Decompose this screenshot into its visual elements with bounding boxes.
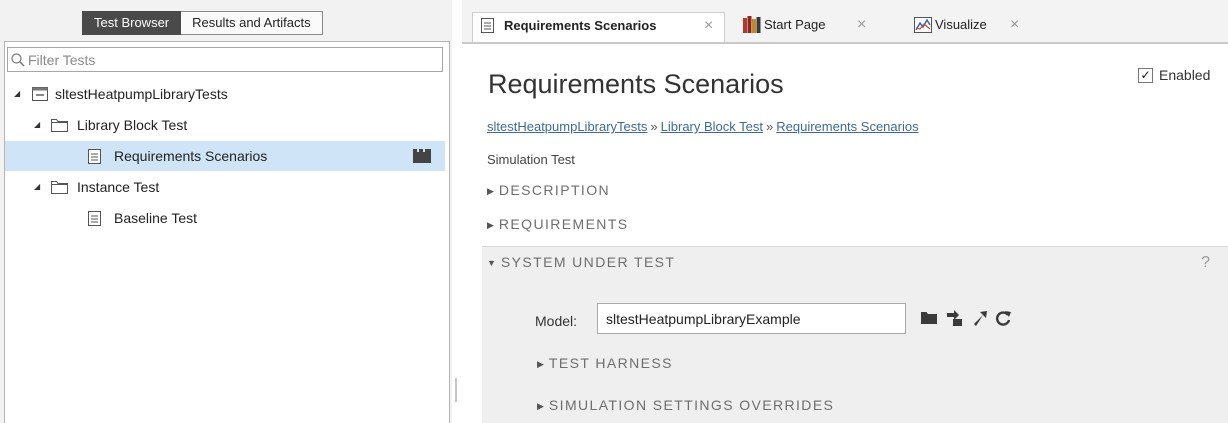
breadcrumb-link-test-case[interactable]: Requirements Scenarios [776, 119, 918, 134]
model-label: Model: [535, 313, 578, 329]
expand-arrow-icon: ▶ [487, 186, 494, 196]
filter-tests-field [7, 47, 443, 72]
tab-requirements-scenarios[interactable]: Requirements Scenarios × [472, 12, 725, 42]
folder-icon [51, 119, 68, 132]
page-title: Requirements Scenarios [488, 69, 784, 99]
left-pane-tabs: Test Browser Results and Artifacts [82, 11, 323, 35]
filter-tests-input[interactable] [28, 50, 438, 69]
tab-label: Visualize [935, 17, 987, 32]
tree-item-test-suite[interactable]: ◢ Instance Test [5, 172, 445, 202]
tree-item-test-case-selected[interactable]: Requirements Scenarios [5, 141, 445, 171]
section-title: DESCRIPTION [498, 182, 610, 198]
use-current-model-icon[interactable] [945, 309, 963, 327]
pane-splitter-handle[interactable] [455, 378, 457, 402]
open-model-icon[interactable] [971, 309, 989, 327]
tab-test-browser[interactable]: Test Browser [82, 11, 182, 35]
expand-arrow-icon: ▶ [537, 401, 544, 411]
test-case-content: Requirements Scenarios ✓ Enabled sltestH… [482, 44, 1228, 423]
tab-label: Requirements Scenarios [504, 18, 657, 33]
checkbox-box[interactable]: ✓ [1138, 68, 1153, 83]
folder-icon [51, 181, 68, 194]
section-simulation-settings-overrides[interactable]: ▶ SIMULATION SETTINGS OVERRIDES [537, 397, 834, 413]
section-title: SIMULATION SETTINGS OVERRIDES [548, 397, 835, 413]
section-title: TEST HARNESS [548, 355, 673, 371]
test-editor-pane: Requirements Scenarios × Start Page × Vi… [462, 0, 1228, 423]
chart-icon [914, 17, 932, 33]
expand-arrow-icon: ▶ [487, 220, 494, 230]
test-case-icon [88, 149, 101, 164]
section-title: REQUIREMENTS [498, 216, 629, 232]
section-header-sut[interactable]: ▼ SYSTEM UNDER TEST [487, 254, 675, 270]
close-tab-icon[interactable]: × [857, 12, 866, 38]
tab-results-and-artifacts[interactable]: Results and Artifacts [181, 11, 323, 35]
help-icon[interactable]: ? [1201, 254, 1210, 272]
model-name-field[interactable] [597, 303, 906, 334]
test-type-label: Simulation Test [487, 152, 575, 167]
document-icon [481, 18, 494, 33]
section-requirements[interactable]: ▶ REQUIREMENTS [487, 216, 629, 232]
test-file-icon [32, 87, 48, 101]
tree-item-label: Library Block Test [77, 117, 188, 133]
expand-arrow-icon: ▶ [537, 359, 544, 369]
tree-item-test-case[interactable]: Baseline Test [5, 203, 445, 233]
tree-item-label: sltestHeatpumpLibraryTests [55, 86, 228, 102]
breadcrumb-separator: » [650, 119, 658, 134]
section-title: SYSTEM UNDER TEST [500, 254, 676, 270]
collapse-arrow-icon[interactable]: ◢ [14, 79, 20, 109]
browse-folder-icon[interactable] [920, 309, 938, 327]
search-icon [11, 53, 25, 67]
refresh-icon[interactable] [994, 309, 1012, 327]
test-case-icon [88, 211, 101, 226]
clapper-icon [413, 149, 431, 163]
tree-item-test-file[interactable]: ◢ sltestHeatpumpLibraryTests [5, 79, 445, 109]
close-tab-icon[interactable]: × [1010, 12, 1019, 38]
tree-item-label: Instance Test [77, 179, 160, 195]
test-browser-pane: Test Browser Results and Artifacts ◢ slt… [0, 0, 452, 423]
section-description[interactable]: ▶ DESCRIPTION [487, 182, 610, 198]
tab-visualize[interactable]: Visualize × [914, 12, 1044, 42]
section-system-under-test: ▼ SYSTEM UNDER TEST ? Model: ▶ TEST HARNES… [482, 246, 1228, 423]
tab-start-page[interactable]: Start Page × [743, 12, 891, 42]
collapse-arrow-icon: ▼ [487, 258, 496, 268]
books-icon [743, 16, 761, 33]
collapse-arrow-icon[interactable]: ◢ [34, 172, 40, 202]
breadcrumb: sltestHeatpumpLibraryTests» Library Block… [487, 119, 919, 134]
breadcrumb-separator: » [766, 119, 774, 134]
tree-item-label: Requirements Scenarios [114, 148, 268, 164]
breadcrumb-link-test-file[interactable]: sltestHeatpumpLibraryTests [487, 119, 647, 134]
tree-item-label: Baseline Test [114, 210, 198, 226]
tab-label: Start Page [764, 17, 826, 32]
document-tabbar: Requirements Scenarios × Start Page × Vi… [462, 0, 1228, 44]
enabled-label: Enabled [1159, 67, 1211, 83]
section-test-harness[interactable]: ▶ TEST HARNESS [537, 355, 673, 371]
breadcrumb-link-test-suite[interactable]: Library Block Test [661, 119, 763, 134]
close-tab-icon[interactable]: × [704, 13, 713, 39]
tree-item-test-suite[interactable]: ◢ Library Block Test [5, 110, 445, 140]
collapse-arrow-icon[interactable]: ◢ [34, 110, 40, 140]
